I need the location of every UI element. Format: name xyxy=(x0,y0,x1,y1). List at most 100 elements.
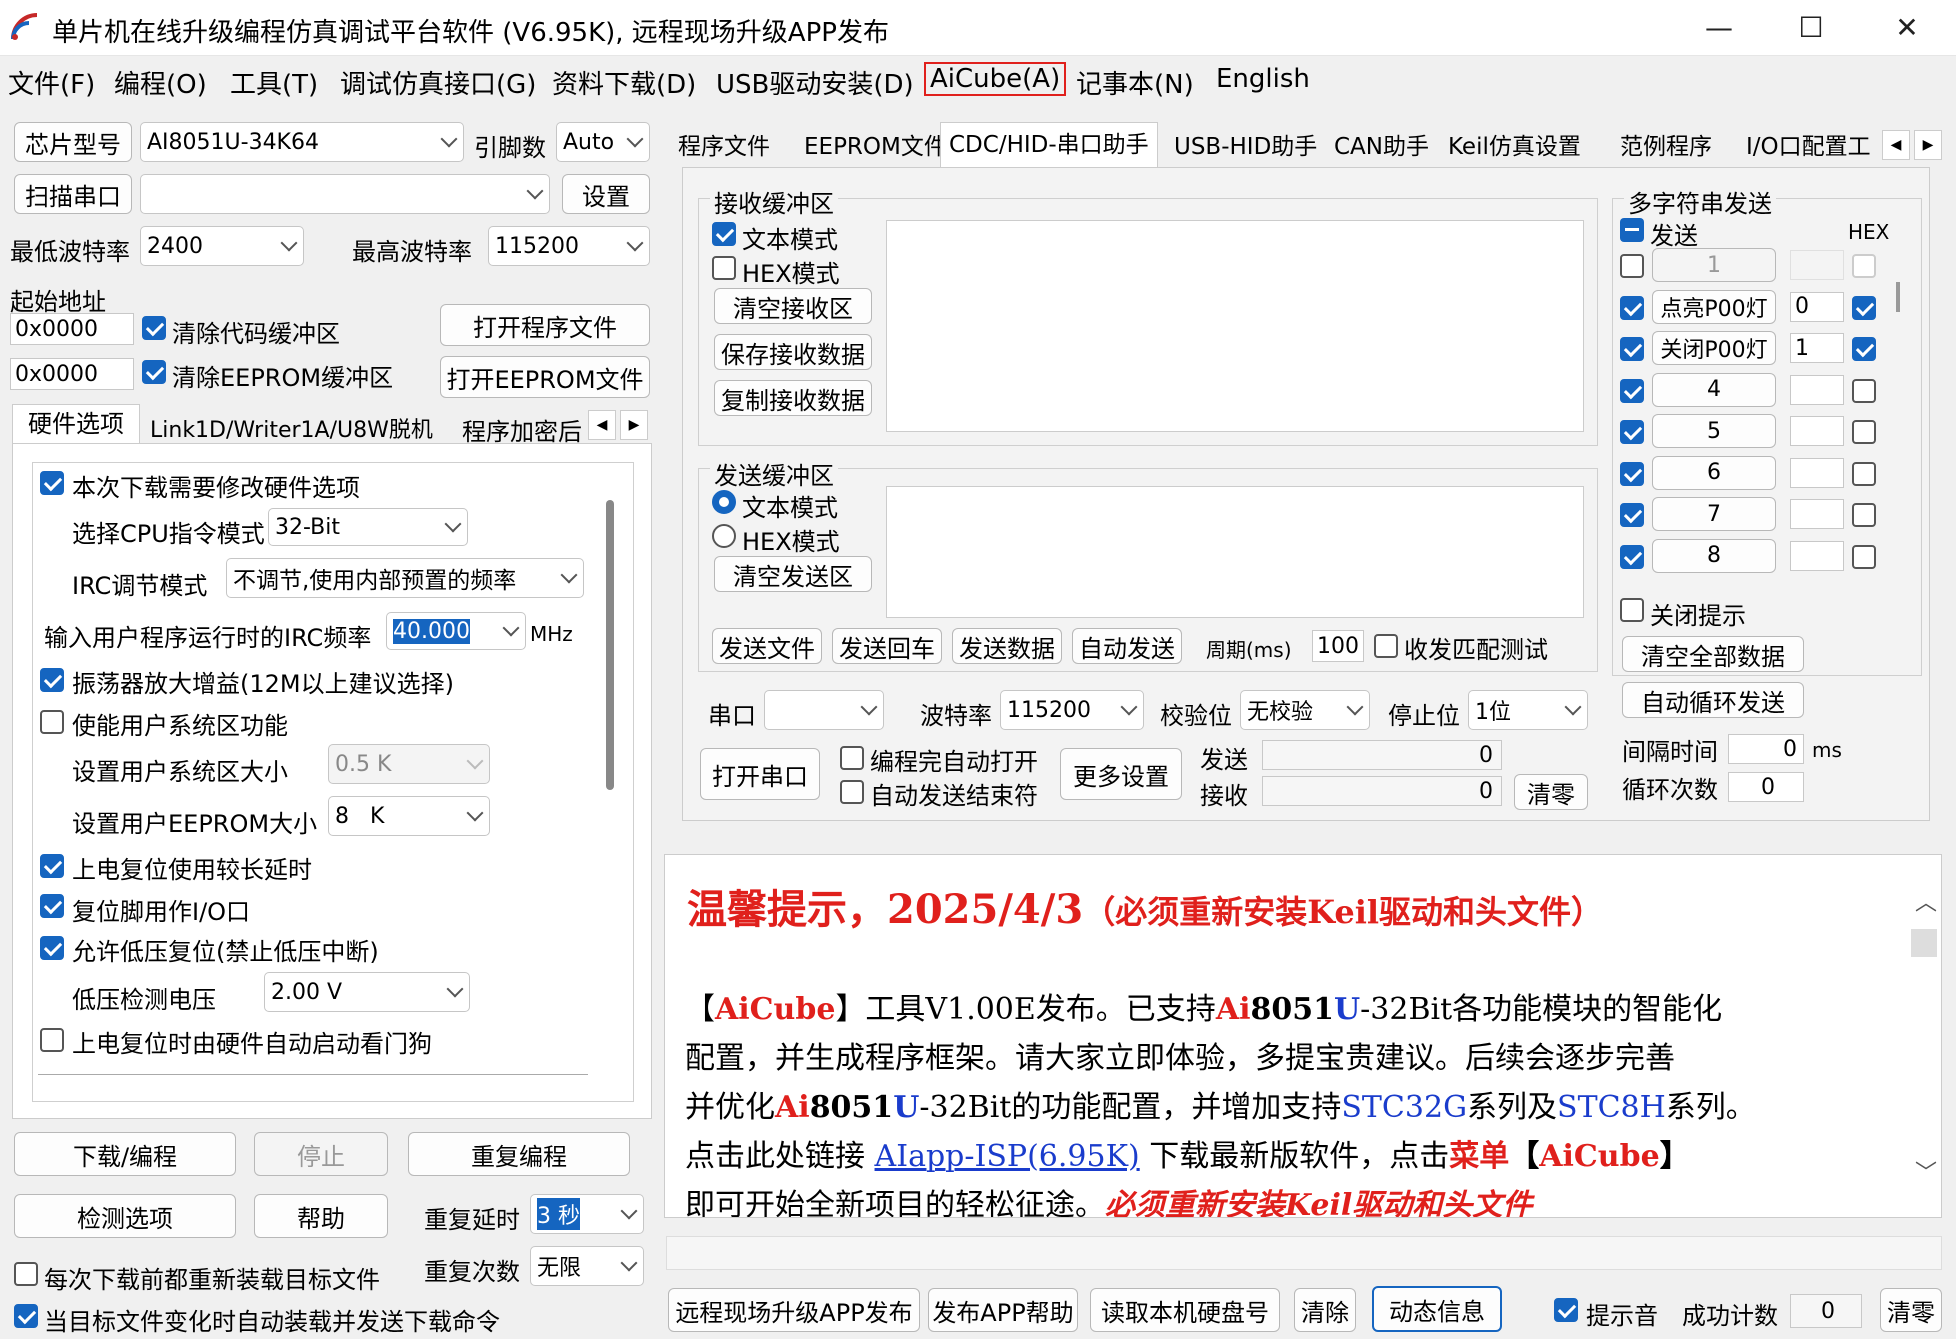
stop-button[interactable]: 停止 xyxy=(254,1132,388,1176)
tab-examples[interactable]: 范例程序 xyxy=(1612,128,1720,166)
chip-type-select[interactable]: AI8051U-34K64 xyxy=(140,122,464,162)
watchdog-checkbox[interactable] xyxy=(40,1028,64,1052)
multi-row-value-input[interactable]: 1 xyxy=(1790,333,1844,363)
maximize-button[interactable]: ☐ xyxy=(1776,8,1846,48)
multi-row-value-input[interactable] xyxy=(1790,374,1844,405)
recv-hex-mode-checkbox[interactable] xyxy=(712,256,736,280)
multi-row-hex-checkbox[interactable] xyxy=(1852,378,1876,403)
multi-row-send-checkbox[interactable] xyxy=(1620,337,1644,361)
multi-row-hex-checkbox[interactable] xyxy=(1852,420,1876,444)
clear-all-data-button[interactable]: 清空全部数据 xyxy=(1622,636,1804,672)
chip-type-button[interactable]: 芯片型号 xyxy=(14,122,132,162)
low-voltage-select[interactable]: 2.00 V xyxy=(264,972,470,1012)
tab-can[interactable]: CAN助手 xyxy=(1326,128,1437,166)
multi-row-send-button[interactable]: 1 xyxy=(1652,248,1776,282)
open-port-button[interactable]: 打开串口 xyxy=(700,748,820,800)
multi-row-value-input[interactable] xyxy=(1790,499,1844,529)
right-tab-left-icon[interactable]: ◀ xyxy=(1882,130,1910,160)
menu-tools[interactable]: 工具(T) xyxy=(228,62,320,103)
clear-send-button[interactable]: 清空发送区 xyxy=(714,556,872,592)
multi-row-send-button[interactable]: 5 xyxy=(1652,414,1776,448)
multi-row-value-input[interactable] xyxy=(1790,540,1844,571)
multi-row-send-checkbox[interactable] xyxy=(1620,461,1644,486)
auto-end-checkbox[interactable] xyxy=(840,780,864,804)
lvr-checkbox[interactable] xyxy=(40,936,64,960)
long-delay-checkbox[interactable] xyxy=(40,854,64,878)
multi-row-send-checkbox[interactable] xyxy=(1620,544,1644,569)
irc-freq-input[interactable]: 40.000 xyxy=(386,612,526,650)
multi-row-send-checkbox[interactable] xyxy=(1620,420,1644,444)
max-baud-select[interactable]: 115200 xyxy=(488,226,650,266)
interval-input[interactable]: 0 xyxy=(1728,734,1804,764)
help-button[interactable]: 帮助 xyxy=(254,1194,388,1238)
multi-row-value-input[interactable] xyxy=(1790,250,1844,280)
modify-hw-checkbox[interactable] xyxy=(40,471,64,495)
app-help-button[interactable]: 发布APP帮助 xyxy=(928,1288,1078,1332)
notice-scrollbar[interactable]: ︿ ﹀ xyxy=(1907,879,1941,1203)
save-receive-button[interactable]: 保存接收数据 xyxy=(714,334,872,370)
multi-row-send-checkbox[interactable] xyxy=(1620,254,1644,278)
menu-notepad[interactable]: 记事本(N) xyxy=(1074,62,1196,103)
multi-row-send-button[interactable]: 7 xyxy=(1652,497,1776,531)
pins-select[interactable]: Auto xyxy=(556,122,650,162)
sound-checkbox[interactable] xyxy=(1554,1298,1578,1322)
minimize-button[interactable]: — xyxy=(1684,8,1754,48)
auto-load-checkbox[interactable] xyxy=(14,1304,38,1328)
multi-row-send-button[interactable]: 点亮P00灯 xyxy=(1652,289,1776,324)
send-hex-mode-radio[interactable] xyxy=(712,524,736,548)
open-program-file-button[interactable]: 打开程序文件 xyxy=(440,304,650,346)
cpu-mode-select[interactable]: 32-Bit xyxy=(268,508,468,546)
multi-row-hex-checkbox[interactable] xyxy=(1852,503,1876,527)
port-select[interactable] xyxy=(764,690,884,730)
scroll-thumb[interactable] xyxy=(1911,929,1937,957)
serial-port-select[interactable] xyxy=(140,174,550,214)
download-program-button[interactable]: 下载/编程 xyxy=(14,1132,236,1176)
menu-usb-driver[interactable]: USB驱动安装(D) xyxy=(714,62,916,103)
multi-row-hex-checkbox[interactable] xyxy=(1852,544,1876,569)
menu-download[interactable]: 资料下载(D) xyxy=(550,62,698,103)
multi-row-hex-checkbox[interactable] xyxy=(1852,337,1876,361)
copy-receive-button[interactable]: 复制接收数据 xyxy=(714,380,872,416)
auto-send-button[interactable]: 自动发送 xyxy=(1072,628,1182,664)
more-settings-button[interactable]: 更多设置 xyxy=(1060,748,1182,800)
detect-options-button[interactable]: 检测选项 xyxy=(14,1194,236,1238)
tab-cdc-serial[interactable]: CDC/HID-串口助手 xyxy=(940,122,1158,168)
parity-select[interactable]: 无校验 xyxy=(1240,690,1370,730)
min-baud-select[interactable]: 2400 xyxy=(140,226,304,266)
download-link[interactable]: AIapp-ISP(6.95K) xyxy=(875,1139,1140,1174)
multi-row-hex-checkbox[interactable] xyxy=(1852,295,1876,320)
multi-row-value-input[interactable] xyxy=(1790,416,1844,446)
scan-port-button[interactable]: 扫描串口 xyxy=(14,174,132,214)
eeprom-address-input[interactable]: 0x0000 xyxy=(10,358,134,390)
port-settings-button[interactable]: 设置 xyxy=(562,174,650,214)
multi-row-send-button[interactable]: 关闭P00灯 xyxy=(1652,331,1776,365)
tab-hardware-options[interactable]: 硬件选项 xyxy=(12,404,140,444)
dynamic-info-button[interactable]: 动态信息 xyxy=(1372,1286,1502,1332)
send-file-button[interactable]: 发送文件 xyxy=(712,628,822,664)
clear-receive-button[interactable]: 清空接收区 xyxy=(714,288,872,324)
multi-scrollbar[interactable] xyxy=(1896,282,1900,312)
code-address-input[interactable]: 0x0000 xyxy=(10,313,134,345)
sys-size-select[interactable]: 0.5 K xyxy=(328,744,490,784)
multi-row-value-input[interactable] xyxy=(1790,457,1844,488)
multi-row-value-input[interactable]: 0 xyxy=(1790,291,1844,322)
tab-encryption[interactable]: 程序加密后 xyxy=(462,412,584,447)
menu-debug[interactable]: 调试仿真接口(G) xyxy=(338,62,538,103)
close-button[interactable]: ✕ xyxy=(1872,8,1942,48)
recv-text-mode-checkbox[interactable] xyxy=(712,222,736,246)
multi-row-send-button[interactable]: 4 xyxy=(1652,372,1776,407)
scroll-down-icon[interactable]: ﹀ xyxy=(1915,1155,1937,1187)
auto-open-checkbox[interactable] xyxy=(840,746,864,770)
multi-row-hex-checkbox[interactable] xyxy=(1852,461,1876,486)
tab-eeprom-file[interactable]: EEPROM文件 xyxy=(796,128,955,166)
multi-row-send-checkbox[interactable] xyxy=(1620,295,1644,320)
tab-io-config[interactable]: I/O口配置工 xyxy=(1738,128,1880,166)
receive-textarea[interactable] xyxy=(886,220,1584,432)
send-data-button[interactable]: 发送数据 xyxy=(952,628,1062,664)
multi-row-send-checkbox[interactable] xyxy=(1620,503,1644,527)
send-enter-button[interactable]: 发送回车 xyxy=(832,628,942,664)
multi-row-send-button[interactable]: 8 xyxy=(1652,538,1776,573)
repeat-delay-select[interactable]: 3 秒 xyxy=(530,1194,644,1234)
options-scrollbar[interactable] xyxy=(606,500,614,790)
reload-checkbox[interactable] xyxy=(14,1262,38,1286)
